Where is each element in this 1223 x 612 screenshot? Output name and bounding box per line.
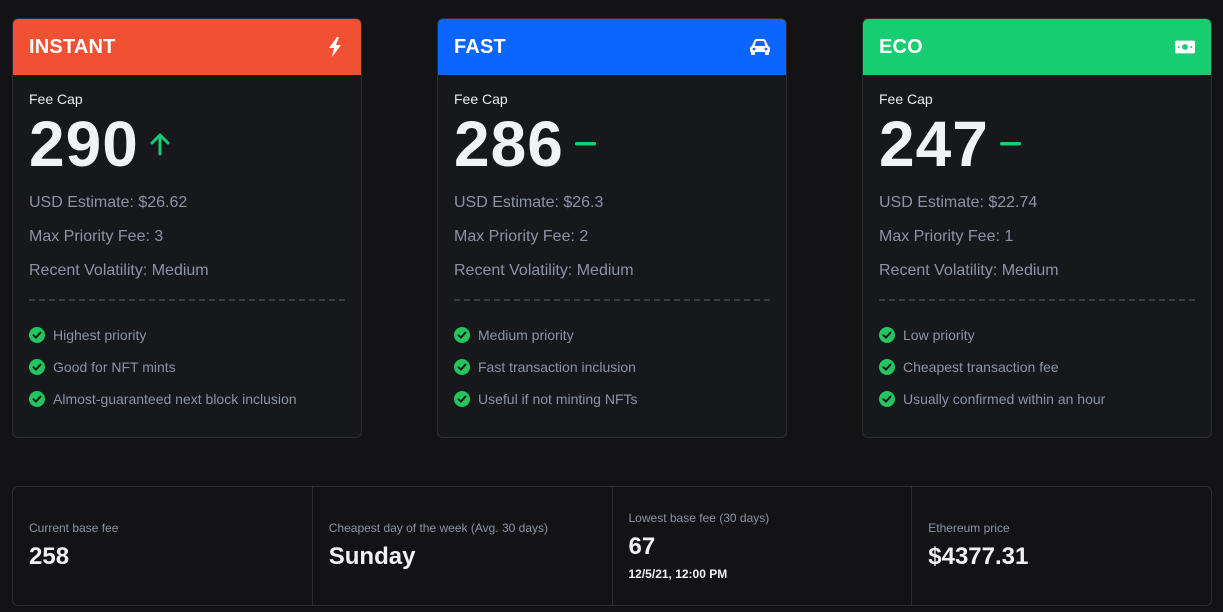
fee-cap-value: 290: [29, 108, 139, 180]
stat-current-base-fee: Current base fee 258: [13, 487, 313, 605]
feature-item: Almost-guaranteed next block inclusion: [29, 383, 345, 415]
stats-bar: Current base fee 258 Cheapest day of the…: [12, 486, 1212, 606]
stat-label: Cheapest day of the week (Avg. 30 days): [328, 521, 548, 535]
dash-icon: [574, 141, 598, 147]
check-icon: [29, 359, 45, 375]
max-priority-fee: Max Priority Fee: 2: [454, 228, 589, 245]
instant-card: INSTANT Fee Cap 290 USD Estimate: $26.62…: [12, 18, 362, 438]
lightning-icon: [325, 37, 345, 57]
stat-label: Current base fee: [29, 521, 119, 535]
fast-card: FAST Fee Cap 286 USD Estimate: $26.3 Max…: [437, 18, 787, 438]
stat-lowest-base-fee: Lowest base fee (30 days) 67 12/5/21, 12…: [613, 487, 913, 605]
check-icon: [879, 359, 895, 375]
check-icon: [454, 327, 470, 343]
stat-ethereum-price: Ethereum price $4377.31: [912, 487, 1211, 605]
feature-label: Medium priority: [478, 327, 574, 343]
feature-item: Low priority: [879, 319, 1195, 351]
feature-item: Fast transaction inclusion: [454, 351, 770, 383]
feature-item: Cheapest transaction fee: [879, 351, 1195, 383]
divider: [454, 299, 770, 301]
divider: [879, 299, 1195, 301]
check-icon: [29, 391, 45, 407]
up-arrow-icon: [149, 132, 171, 156]
fast-title: FAST: [454, 35, 506, 58]
fee-cap-value: 286: [454, 108, 564, 180]
money-icon: [1175, 37, 1195, 57]
feature-label: Fast transaction inclusion: [478, 359, 636, 375]
feature-label: Good for NFT mints: [53, 359, 176, 375]
stat-label: Lowest base fee (30 days): [628, 511, 770, 525]
stat-value: $4377.31: [928, 543, 1029, 570]
recent-volatility: Recent Volatility: Medium: [879, 262, 1059, 279]
feature-label: Cheapest transaction fee: [903, 359, 1059, 375]
fee-cap-value: 247: [879, 108, 989, 180]
car-icon: [750, 37, 770, 57]
feature-item: Usually confirmed within an hour: [879, 383, 1195, 415]
stat-label: Ethereum price: [928, 521, 1010, 535]
dash-icon: [999, 141, 1023, 147]
fee-cap-label: Fee Cap: [29, 91, 83, 107]
usd-estimate: USD Estimate: $26.62: [29, 194, 188, 211]
eco-card-header: ECO: [863, 19, 1211, 75]
feature-label: Usually confirmed within an hour: [903, 391, 1106, 407]
usd-estimate: USD Estimate: $26.3: [454, 194, 604, 211]
check-icon: [454, 359, 470, 375]
stat-cheapest-day: Cheapest day of the week (Avg. 30 days) …: [313, 487, 613, 605]
fast-card-header: FAST: [438, 19, 786, 75]
recent-volatility: Recent Volatility: Medium: [454, 262, 634, 279]
feature-item: Highest priority: [29, 319, 345, 351]
instant-title: INSTANT: [29, 35, 116, 58]
instant-card-header: INSTANT: [13, 19, 361, 75]
check-icon: [879, 327, 895, 343]
divider: [29, 299, 345, 301]
feature-item: Useful if not minting NFTs: [454, 383, 770, 415]
feature-label: Useful if not minting NFTs: [478, 391, 638, 407]
check-icon: [29, 327, 45, 343]
feature-item: Good for NFT mints: [29, 351, 345, 383]
fee-cap-label: Fee Cap: [454, 91, 508, 107]
stat-value: 67: [628, 533, 656, 560]
stat-timestamp: 12/5/21, 12:00 PM: [628, 567, 728, 581]
feature-label: Almost-guaranteed next block inclusion: [53, 391, 297, 407]
eco-card: ECO Fee Cap 247 USD Estimate: $22.74 Max…: [862, 18, 1212, 438]
recent-volatility: Recent Volatility: Medium: [29, 262, 209, 279]
check-icon: [454, 391, 470, 407]
stat-value: 258: [29, 543, 70, 570]
feature-label: Highest priority: [53, 327, 147, 343]
fee-cap-label: Fee Cap: [879, 91, 933, 107]
feature-label: Low priority: [903, 327, 975, 343]
max-priority-fee: Max Priority Fee: 1: [879, 228, 1014, 245]
stat-value: Sunday: [328, 543, 416, 570]
max-priority-fee: Max Priority Fee: 3: [29, 228, 164, 245]
usd-estimate: USD Estimate: $22.74: [879, 194, 1038, 211]
feature-item: Medium priority: [454, 319, 770, 351]
check-icon: [879, 391, 895, 407]
eco-title: ECO: [879, 35, 923, 58]
